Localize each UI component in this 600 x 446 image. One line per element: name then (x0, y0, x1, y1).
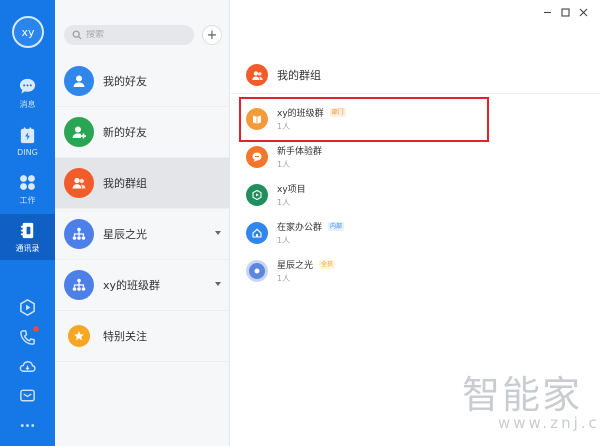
star-icon (68, 325, 90, 347)
contact-name: 特别关注 (103, 330, 147, 343)
add-person-icon (64, 117, 94, 147)
home-office-icon (246, 222, 268, 244)
contacts-book-icon (20, 222, 34, 238)
group-item[interactable]: xy项目 1人 (246, 180, 306, 210)
notification-dot (33, 326, 39, 332)
chat-icon (19, 78, 36, 94)
member-count: 1人 (277, 160, 291, 169)
rail-item-label: DING (17, 147, 38, 157)
group-name-row: xy项目 (277, 182, 306, 195)
light-ring-icon (246, 260, 268, 282)
group-name: 在家办公群 (277, 223, 323, 233)
selection-highlight-box (239, 97, 489, 142)
status-badge: 内部 (328, 222, 345, 231)
watermark-url: www.znj.com (498, 414, 600, 432)
group-name-row: 星辰之光 全员 (277, 258, 336, 271)
rail-item-messages[interactable]: 消息 (0, 70, 55, 116)
mail-icon[interactable] (18, 386, 37, 405)
org-tree-icon (64, 219, 94, 249)
work-grid-icon (20, 174, 35, 190)
close-button[interactable] (577, 6, 589, 18)
member-count: 1人 (277, 198, 291, 207)
minimize-icon (543, 11, 551, 13)
group-name-row: 在家办公群 内部 (277, 220, 345, 233)
rail-item-work[interactable]: 工作 (0, 166, 55, 212)
rail-item-label: 消息 (19, 99, 36, 109)
cloud-icon[interactable] (18, 357, 37, 376)
left-nav-rail: xy 消息 DING 工作 通讯录 (0, 0, 55, 446)
person-icon (64, 66, 94, 96)
rail-item-label: 通讯录 (15, 243, 40, 253)
contacts-column: + 我的好友 新的好友 我的群组 星辰之光 xy的班级群 (55, 0, 230, 446)
maximize-button[interactable] (559, 6, 571, 18)
contact-name: 我的好友 (103, 75, 147, 88)
minimize-button[interactable] (541, 6, 553, 18)
contact-name: xy的班级群 (103, 279, 161, 292)
contact-item-org-xingchen[interactable]: 星辰之光 (55, 209, 230, 260)
contact-item-special-focus[interactable]: 特别关注 (55, 311, 230, 362)
group-name: 星辰之光 (277, 261, 314, 271)
user-avatar[interactable]: xy (12, 16, 44, 48)
contact-item-new-friends[interactable]: 新的好友 (55, 107, 230, 158)
video-play-icon[interactable] (18, 298, 37, 317)
status-badge: 全员 (319, 260, 336, 269)
project-cube-icon (246, 184, 268, 206)
add-button[interactable]: + (202, 25, 222, 45)
group-item[interactable]: 新手体验群 1人 (246, 142, 322, 172)
contact-name: 新的好友 (103, 126, 147, 139)
search-box[interactable] (64, 25, 194, 45)
member-count: 1人 (277, 274, 291, 283)
org-tree-icon (64, 270, 94, 300)
pane-header: 我的群组 (246, 64, 321, 86)
group-icon (246, 64, 268, 86)
group-item[interactable]: 星辰之光 全员 1人 (246, 256, 336, 286)
chat-bubble-icon (246, 146, 268, 168)
contact-item-org-class[interactable]: xy的班级群 (55, 260, 230, 311)
search-input[interactable] (86, 30, 186, 40)
contact-name: 星辰之光 (103, 228, 147, 241)
rail-item-label: 工作 (19, 195, 36, 205)
chevron-down-icon[interactable] (215, 231, 221, 235)
watermark-logo: 智能家 (462, 373, 583, 417)
header-divider (231, 93, 600, 94)
contact-name: 我的群组 (103, 177, 147, 190)
more-icon[interactable] (18, 416, 37, 435)
group-name-row: 新手体验群 (277, 144, 322, 157)
group-name: 新手体验群 (277, 147, 323, 157)
contact-item-my-friends[interactable]: 我的好友 (55, 56, 230, 107)
rail-item-contacts[interactable]: 通讯录 (0, 214, 55, 260)
contact-item-my-groups[interactable]: 我的群组 (55, 158, 230, 209)
chevron-down-icon[interactable] (215, 282, 221, 286)
group-item[interactable]: 在家办公群 内部 1人 (246, 218, 345, 248)
group-name: xy项目 (277, 185, 306, 195)
close-icon (579, 8, 587, 16)
pane-title: 我的群组 (277, 69, 321, 82)
rail-item-ding[interactable]: DING (0, 118, 55, 164)
ding-icon (20, 126, 35, 143)
maximize-icon (560, 7, 570, 17)
group-icon (64, 168, 94, 198)
member-count: 1人 (277, 236, 291, 245)
search-icon (72, 30, 82, 40)
